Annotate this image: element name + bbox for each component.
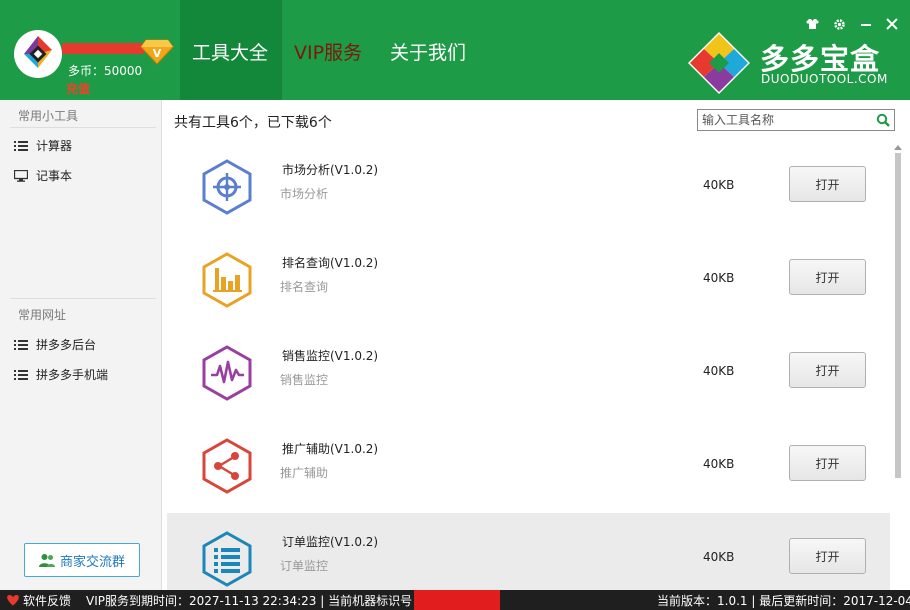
- status-bar: 软件反馈 VIP服务到期时间：2027-11-13 22:34:23 | 当前机…: [0, 590, 910, 610]
- scrollbar-thumb[interactable]: [895, 153, 901, 478]
- tool-name: 销售监控(V1.0.2): [282, 349, 379, 363]
- share-icon: [199, 437, 255, 495]
- list-icon: [199, 530, 255, 588]
- tool-name: 排名查询(V1.0.2): [282, 256, 379, 270]
- coin-balance: 多币：50000: [68, 64, 143, 78]
- sidebar-item-label: 拼多多手机端: [36, 368, 109, 382]
- merchant-group-label: 商家交流群: [59, 554, 125, 570]
- target-icon: [199, 158, 255, 216]
- tool-description: 市场分析: [280, 187, 329, 201]
- sidebar-item-label: 拼多多后台: [36, 338, 97, 352]
- users-icon: [38, 552, 55, 568]
- recharge-link[interactable]: 充值: [66, 80, 90, 97]
- machine-id-redacted: [414, 590, 500, 610]
- tool-description: 订单监控: [280, 559, 329, 573]
- sidebar-section-tools: 常用小工具: [18, 109, 79, 123]
- scroll-up-icon[interactable]: [894, 145, 902, 150]
- open-button[interactable]: 打开: [789, 166, 866, 202]
- open-button[interactable]: 打开: [789, 352, 866, 388]
- tool-list: 市场分析(V1.0.2) 市场分析 40KB 打开 排名查询(V1.0.2) 排…: [167, 141, 890, 590]
- gear-icon[interactable]: [833, 18, 846, 35]
- heart-icon: [6, 594, 20, 606]
- vip-expiry-text: VIP服务到期时间：2027-11-13 22:34:23 | 当前机器标识号：: [86, 594, 425, 608]
- open-button[interactable]: 打开: [789, 259, 866, 295]
- tool-size: 40KB: [703, 178, 735, 192]
- tool-name: 市场分析(V1.0.2): [282, 163, 379, 177]
- brand-url: DUODUOTOOL.COM: [761, 72, 888, 86]
- tool-description: 销售监控: [280, 373, 329, 387]
- tool-search-input[interactable]: [698, 110, 870, 130]
- tool-row-ranking-query: 排名查询(V1.0.2) 排名查询 40KB 打开: [167, 234, 890, 327]
- tool-search-box[interactable]: [697, 109, 895, 131]
- sidebar-item-pdd-mobile[interactable]: 拼多多手机端: [14, 366, 108, 383]
- tool-size: 40KB: [703, 550, 735, 564]
- username-redacted: [62, 43, 144, 54]
- merchant-group-button[interactable]: 商家交流群: [24, 543, 140, 577]
- minimize-icon[interactable]: [860, 18, 872, 34]
- version-info: 当前版本：1.0.1 | 最后更新时间：2017-12-04: [657, 594, 910, 608]
- close-icon[interactable]: [886, 18, 898, 34]
- list-icon: [14, 140, 28, 152]
- monitor-icon: [13, 169, 29, 182]
- tool-size: 40KB: [703, 364, 735, 378]
- title-bar: V 多币：50000 充值 工具大全 VIP服务 关于我们 多多宝盒 DUODU…: [0, 0, 910, 100]
- bar-chart-icon: [199, 251, 255, 309]
- tool-description: 排名查询: [280, 280, 329, 294]
- sidebar-divider: [10, 127, 156, 128]
- sidebar: 常用小工具 计算器 记事本 常用网址 拼多多后台 拼多多手机端 商家交流群: [0, 100, 162, 590]
- sidebar-item-label: 记事本: [36, 169, 73, 183]
- sidebar-item-label: 计算器: [36, 139, 73, 153]
- tool-row-order-monitor: 订单监控(V1.0.2) 订单监控 40KB 打开: [167, 513, 890, 590]
- list-icon: [14, 369, 28, 381]
- vip-diamond-icon: V: [140, 36, 174, 66]
- svg-text:V: V: [153, 47, 162, 60]
- tool-row-promotion-assist: 推广辅助(V1.0.2) 推广辅助 40KB 打开: [167, 420, 890, 513]
- pulse-icon: [199, 344, 255, 402]
- sidebar-divider: [10, 298, 156, 299]
- tool-size: 40KB: [703, 271, 735, 285]
- tool-count-summary: 共有工具6个，已下载6个: [174, 115, 332, 131]
- sidebar-item-pdd-backend[interactable]: 拼多多后台: [14, 336, 96, 353]
- tool-row-sales-monitor: 销售监控(V1.0.2) 销售监控 40KB 打开: [167, 327, 890, 420]
- sidebar-item-calculator[interactable]: 计算器: [14, 137, 72, 154]
- sidebar-section-sites: 常用网址: [18, 308, 67, 322]
- open-button[interactable]: 打开: [789, 445, 866, 481]
- tool-description: 推广辅助: [280, 466, 329, 480]
- nav-about[interactable]: 关于我们: [390, 38, 466, 65]
- shirt-icon[interactable]: [806, 18, 819, 34]
- tool-name: 推广辅助(V1.0.2): [282, 442, 379, 456]
- nav-vip[interactable]: VIP服务: [294, 38, 362, 65]
- sidebar-item-notepad[interactable]: 记事本: [13, 167, 73, 184]
- tool-list-panel: 共有工具6个，已下载6个 市场分析(V1.0.2) 市场分析 40KB 打开: [163, 100, 910, 590]
- list-icon: [14, 339, 28, 351]
- nav-tools[interactable]: 工具大全: [192, 38, 268, 65]
- brand-logo-icon: [686, 30, 752, 96]
- list-scrollbar[interactable]: [894, 145, 902, 577]
- search-icon[interactable]: [876, 113, 890, 127]
- open-button[interactable]: 打开: [789, 538, 866, 574]
- tool-row-market-analysis: 市场分析(V1.0.2) 市场分析 40KB 打开: [167, 141, 890, 234]
- tool-name: 订单监控(V1.0.2): [282, 535, 379, 549]
- tool-size: 40KB: [703, 457, 735, 471]
- feedback-link[interactable]: 软件反馈: [23, 592, 71, 609]
- avatar[interactable]: [14, 30, 62, 78]
